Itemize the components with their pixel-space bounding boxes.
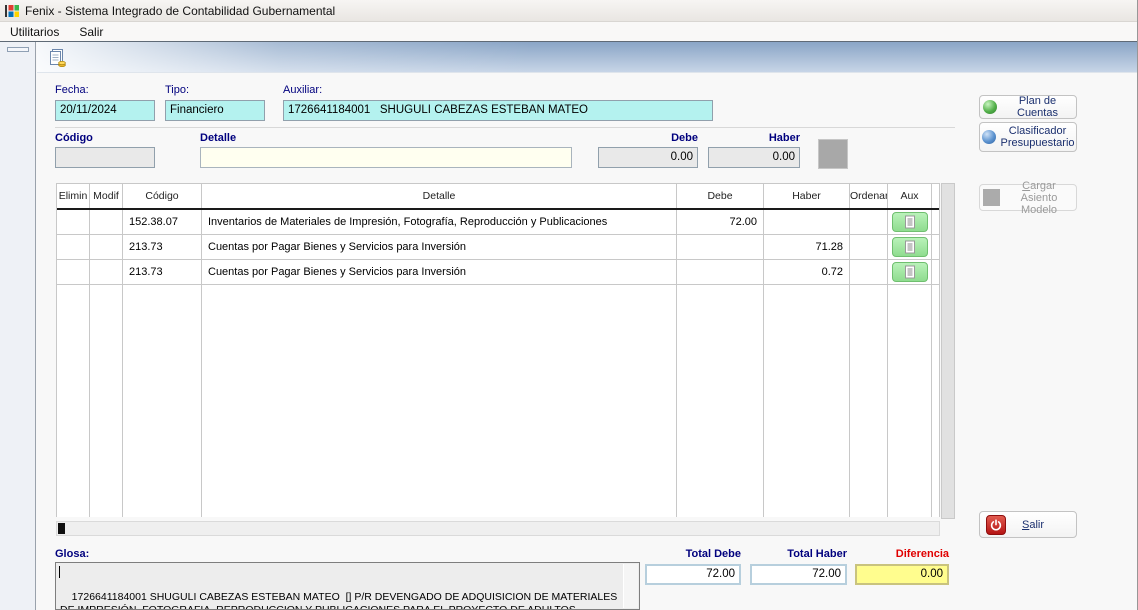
glosa-label: Glosa: — [55, 548, 89, 560]
cell-elimin[interactable] — [57, 260, 90, 284]
app-window: Fenix - Sistema Integrado de Contabilida… — [0, 0, 1138, 610]
cell-codigo: 213.73 — [123, 260, 202, 284]
aux-button[interactable] — [892, 237, 928, 257]
col-elimin[interactable]: Elimin — [57, 184, 90, 208]
total-debe-label: Total Debe — [645, 548, 741, 560]
cell-codigo: 152.38.07 — [123, 210, 202, 234]
aux-button[interactable] — [892, 212, 928, 232]
debe-label: Debe — [598, 132, 698, 144]
cell-modif[interactable] — [90, 210, 123, 234]
grid-row-2[interactable]: 213.73 Cuentas por Pagar Bienes y Servic… — [57, 235, 939, 260]
diferencia-field: 0.00 — [855, 564, 949, 585]
salir-button[interactable]: Salir — [979, 511, 1077, 538]
grid-header-row: Elimin Modif Código Detalle Debe Haber O… — [57, 184, 939, 210]
cell-aux — [888, 260, 932, 284]
fecha-field[interactable]: 20/11/2024 — [55, 100, 155, 121]
document-lines-icon — [904, 215, 916, 229]
grid-horizontal-scrollbar[interactable] — [56, 521, 940, 536]
menubar: Utilitarios Salir — [0, 22, 1138, 42]
total-haber-field: 72.00 — [750, 564, 847, 585]
cell-aux — [888, 235, 932, 259]
col-codigo[interactable]: Código — [123, 184, 202, 208]
gray-square-icon — [983, 189, 1000, 206]
cell-ordenar[interactable] — [850, 210, 888, 234]
col-ordenar[interactable]: Ordenar — [850, 184, 888, 208]
power-icon — [986, 515, 1006, 535]
salir-label: Salir — [1022, 519, 1044, 531]
auxiliar-field[interactable]: 1726641184001 SHUGULI CABEZAS ESTEBAN MA… — [283, 100, 713, 121]
left-splitter-panel[interactable] — [0, 42, 36, 610]
cargar-asiento-label: Cargar Asiento Modelo — [1005, 180, 1073, 216]
total-haber-label: Total Haber — [750, 548, 847, 560]
titlebar: Fenix - Sistema Integrado de Contabilida… — [0, 0, 1138, 22]
cell-ordenar[interactable] — [850, 235, 888, 259]
detalle-field[interactable] — [200, 147, 572, 168]
entries-grid: Elimin Modif Código Detalle Debe Haber O… — [56, 183, 940, 517]
fecha-label: Fecha: — [55, 84, 89, 96]
document-lines-icon — [904, 265, 916, 279]
cell-debe — [677, 260, 764, 284]
blue-sphere-icon — [982, 130, 996, 144]
tipo-field[interactable]: Financiero — [165, 100, 265, 121]
codigo-field[interactable] — [55, 147, 155, 168]
window-title: Fenix - Sistema Integrado de Contabilida… — [25, 4, 335, 18]
cargar-asiento-modelo-button: Cargar Asiento Modelo — [979, 184, 1077, 211]
scrollbar-thumb[interactable] — [58, 523, 65, 534]
tipo-label: Tipo: — [165, 84, 189, 96]
total-debe-field: 72.00 — [645, 564, 741, 585]
grid-vertical-scrollbar[interactable] — [941, 183, 955, 519]
cell-modif[interactable] — [90, 235, 123, 259]
cell-modif[interactable] — [90, 260, 123, 284]
plan-de-cuentas-label: Plan de Cuentas — [1002, 95, 1073, 119]
cell-haber: 71.28 — [764, 235, 850, 259]
document-lines-icon — [904, 240, 916, 254]
haber-field[interactable]: 0.00 — [708, 147, 800, 168]
col-haber[interactable]: Haber — [764, 184, 850, 208]
menu-utilitarios[interactable]: Utilitarios — [0, 23, 69, 41]
glosa-scrollbar[interactable] — [623, 564, 638, 608]
cell-debe: 72.00 — [677, 210, 764, 234]
col-detalle[interactable]: Detalle — [202, 184, 677, 208]
detalle-label: Detalle — [200, 132, 236, 144]
plan-de-cuentas-button[interactable]: Plan de Cuentas — [979, 95, 1077, 119]
auxiliar-label: Auxiliar: — [283, 84, 322, 96]
grid-empty-area — [57, 285, 939, 517]
cell-debe — [677, 235, 764, 259]
text-caret — [59, 566, 60, 578]
debe-field[interactable]: 0.00 — [598, 147, 698, 168]
col-filler — [932, 184, 941, 208]
cell-detalle: Cuentas por Pagar Bienes y Servicios par… — [202, 235, 677, 259]
col-debe[interactable]: Debe — [677, 184, 764, 208]
aux-button[interactable] — [892, 262, 928, 282]
grid-row-1[interactable]: 152.38.07 Inventarios de Materiales de I… — [57, 210, 939, 235]
green-sphere-icon — [983, 100, 997, 114]
cell-ordenar[interactable] — [850, 260, 888, 284]
cell-elimin[interactable] — [57, 235, 90, 259]
menu-salir[interactable]: Salir — [69, 23, 113, 41]
cell-haber — [764, 210, 850, 234]
toolbar — [37, 42, 1138, 73]
glosa-text: 1726641184001 SHUGULI CABEZAS ESTEBAN MA… — [60, 591, 620, 610]
diferencia-label: Diferencia — [855, 548, 949, 560]
add-entry-button[interactable] — [818, 139, 848, 169]
splitter-grabber[interactable] — [7, 47, 29, 52]
cell-detalle: Cuentas por Pagar Bienes y Servicios par… — [202, 260, 677, 284]
cell-elimin[interactable] — [57, 210, 90, 234]
cell-haber: 0.72 — [764, 260, 850, 284]
app-icon — [4, 3, 20, 19]
col-aux[interactable]: Aux — [888, 184, 932, 208]
grid-row-3[interactable]: 213.73 Cuentas por Pagar Bienes y Servic… — [57, 260, 939, 285]
form-separator — [55, 127, 955, 128]
clasificador-presupuestario-button[interactable]: Clasificador Presupuestario — [979, 122, 1077, 152]
glosa-field[interactable]: 1726641184001 SHUGULI CABEZAS ESTEBAN MA… — [55, 562, 640, 610]
cell-aux — [888, 210, 932, 234]
col-modif[interactable]: Modif — [90, 184, 123, 208]
cell-codigo: 213.73 — [123, 235, 202, 259]
cell-detalle: Inventarios de Materiales de Impresión, … — [202, 210, 677, 234]
haber-label: Haber — [708, 132, 800, 144]
clasificador-label: Clasificador Presupuestario — [1001, 125, 1075, 149]
codigo-label: Código — [55, 132, 93, 144]
copy-entry-document-icon[interactable] — [47, 47, 69, 69]
